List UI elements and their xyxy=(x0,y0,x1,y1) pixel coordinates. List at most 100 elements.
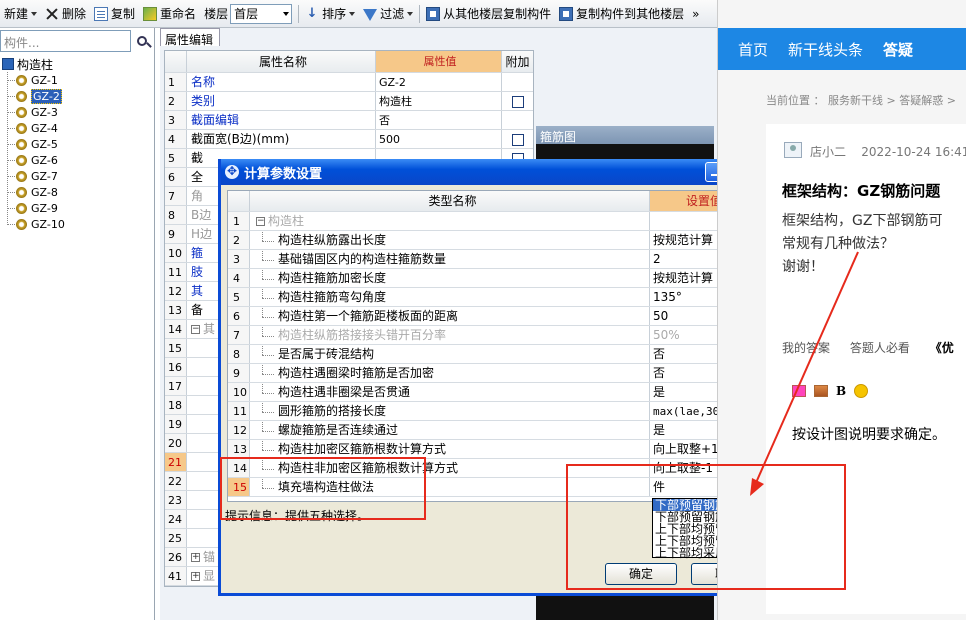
row-name-text: 构造柱纵筋搭接接头错开百分率 xyxy=(278,328,447,342)
copy-to-floor-button[interactable]: 复制构件到其他楼层 xyxy=(555,3,688,25)
delete-button[interactable]: 删除 xyxy=(41,3,90,25)
nav-item-home[interactable]: 首页 xyxy=(738,39,768,60)
toolbar-overflow-button[interactable]: » xyxy=(688,3,703,25)
table-row[interactable]: 1 名称 GZ-2 xyxy=(165,73,533,92)
rename-button[interactable]: 重命名 xyxy=(139,3,200,25)
sort-button[interactable]: ↓ 排序 xyxy=(301,3,359,25)
answer-text: 按设计图说明要求确定。 xyxy=(792,427,946,443)
table-row[interactable]: 5 构造柱箍筋弯勾角度 135° xyxy=(228,288,755,307)
tree-item-gz-6[interactable]: GZ-6 xyxy=(0,152,155,168)
image-icon[interactable] xyxy=(792,385,806,397)
row-num: 18 xyxy=(165,396,187,414)
row-num: 3 xyxy=(165,111,187,129)
copy-from-floor-button[interactable]: 从其他楼层复制构件 xyxy=(422,3,555,25)
tab-must-read[interactable]: 答题人必看 xyxy=(850,341,910,355)
row-num: 9 xyxy=(228,364,250,382)
bold-button[interactable]: B xyxy=(836,384,846,398)
table-row[interactable]: 4 截面宽(B边)(mm) 500 xyxy=(165,130,533,149)
attachment-icon[interactable] xyxy=(814,385,828,397)
answer-tabs: 我的答案 答题人必看 《优 xyxy=(782,339,966,356)
row-num: 41 xyxy=(165,567,187,585)
row-num: 7 xyxy=(165,187,187,205)
nav-item-qa[interactable]: 答疑 xyxy=(883,39,913,60)
table-row[interactable]: 10 构造柱遇非圈梁是否贯通是 xyxy=(228,383,755,402)
row-value[interactable]: 500 xyxy=(376,130,502,148)
tree-item-gz-5[interactable]: GZ-5 xyxy=(0,136,155,152)
row-name-text: 构造柱纵筋露出长度 xyxy=(278,233,387,247)
table-row[interactable]: 12 螺旋箍筋是否连续通过是 xyxy=(228,421,755,440)
tree-item-gz-7[interactable]: GZ-7 xyxy=(0,168,155,184)
row-num: 14 xyxy=(165,320,187,338)
row-value[interactable]: 否 xyxy=(376,111,502,129)
tree-item-gz-9[interactable]: GZ-9 xyxy=(0,200,155,216)
table-row[interactable]: 2 类别 构造柱 xyxy=(165,92,533,111)
table-row[interactable]: 9 构造柱遇圈梁时箍筋是否加密否 xyxy=(228,364,755,383)
tree-item-gz-2[interactable]: GZ-2 xyxy=(0,88,155,104)
row-name: 类别 xyxy=(187,92,376,110)
dialog-titlebar[interactable]: ✥ 计算参数设置 xyxy=(221,159,774,185)
row-num: 11 xyxy=(165,263,187,281)
tree-item-gz-8[interactable]: GZ-8 xyxy=(0,184,155,200)
nav-item-headlines[interactable]: 新干线头条 xyxy=(788,39,863,60)
row-num: 8 xyxy=(228,345,250,363)
user-name[interactable]: 店小二 xyxy=(810,145,846,159)
overflow-label: » xyxy=(692,6,700,21)
tree-root[interactable]: 构造柱 xyxy=(0,56,155,72)
table-row[interactable]: 1− 构造柱 xyxy=(228,212,755,231)
collapse-icon[interactable]: − xyxy=(191,325,200,334)
tab-excellent[interactable]: 《优 xyxy=(930,341,954,355)
row-num: 5 xyxy=(165,149,187,167)
row-num: 7 xyxy=(228,326,250,344)
table-row[interactable]: 3 截面编辑否 xyxy=(165,111,533,130)
emoji-icon[interactable] xyxy=(854,384,869,398)
row-value[interactable]: 构造柱 xyxy=(376,92,502,110)
row-num: 15 xyxy=(165,339,187,357)
expand-icon[interactable]: + xyxy=(191,572,200,581)
table-row[interactable]: 4 构造柱箍筋加密长度 按规范计算 xyxy=(228,269,755,288)
row-extra xyxy=(502,130,533,148)
search-input[interactable]: 构件... xyxy=(0,30,131,52)
table-row[interactable]: 11 圆形箍筋的搭接长度 max(lae,300) xyxy=(228,402,755,421)
tree-item-label: GZ-5 xyxy=(31,137,58,151)
floor-value: 首层 xyxy=(234,7,259,21)
new-button[interactable]: 新建 xyxy=(0,3,41,25)
row-value[interactable]: GZ-2 xyxy=(376,73,502,91)
tree-item-gz-4[interactable]: GZ-4 xyxy=(0,120,155,136)
tree-item-gz-1[interactable]: GZ-1 xyxy=(0,72,155,88)
table-row[interactable]: 6 构造柱第一个箍筋距楼板面的距离 50 xyxy=(228,307,755,326)
sort-icon: ↓ xyxy=(306,5,318,21)
question-line: 框架结构，GZ下部钢筋可 xyxy=(782,213,943,229)
row-name-text: 构造柱箍筋加密长度 xyxy=(278,271,387,285)
question-line: 常规有几种做法？ xyxy=(782,236,894,252)
row-name-text: 构造柱遇非圈梁是否贯通 xyxy=(278,385,411,399)
param-grid: 类型名称 设置值 1− 构造柱 2 构造柱纵筋露出长度 按规范计算 3 基础锚固区内的构… xyxy=(227,190,756,502)
table-row[interactable]: 2 构造柱纵筋露出长度 按规范计算 xyxy=(228,231,755,250)
row-num: 12 xyxy=(228,421,250,439)
property-grid-header: 属性名称 属性值 附加 xyxy=(165,51,533,73)
tree-item-gz-3[interactable]: GZ-3 xyxy=(0,104,155,120)
floor-select[interactable]: 首层 xyxy=(230,3,293,24)
row-name: 构造柱遇非圈梁是否贯通 xyxy=(250,383,650,401)
filter-button[interactable]: 过滤 xyxy=(359,3,417,25)
tab-property-edit[interactable]: 属性编辑 xyxy=(160,28,220,47)
table-row[interactable]: 8 是否属于砖混结构否 xyxy=(228,345,755,364)
collapse-icon[interactable]: − xyxy=(256,217,265,226)
extra-checkbox[interactable] xyxy=(511,95,524,108)
rename-icon xyxy=(143,6,158,21)
search-button[interactable] xyxy=(132,30,152,52)
table-row[interactable]: 3 基础锚固区内的构造柱箍筋数量 2 xyxy=(228,250,755,269)
row-name: 截面宽(B边)(mm) xyxy=(187,130,376,148)
expand-icon[interactable]: + xyxy=(191,553,200,562)
row-name-text: 螺旋箍筋是否连续通过 xyxy=(278,423,399,437)
filter-label: 过滤 xyxy=(380,7,405,21)
row-num: 10 xyxy=(228,383,250,401)
extra-checkbox[interactable] xyxy=(511,133,524,146)
row-num: 1 xyxy=(165,73,187,91)
tab-my-answer[interactable]: 我的答案 xyxy=(782,341,830,355)
question-body: 框架结构，GZ下部钢筋可 常规有几种做法？ 谢谢！ xyxy=(782,210,942,279)
tree-item-gz-10[interactable]: GZ-10 xyxy=(0,216,155,232)
table-row[interactable]: 7 构造柱纵筋搭接接头错开百分率 50% xyxy=(228,326,755,345)
copy-button[interactable]: 复制 xyxy=(90,3,139,25)
tree-item-label: GZ-6 xyxy=(31,153,58,167)
row-num: 13 xyxy=(228,440,250,458)
